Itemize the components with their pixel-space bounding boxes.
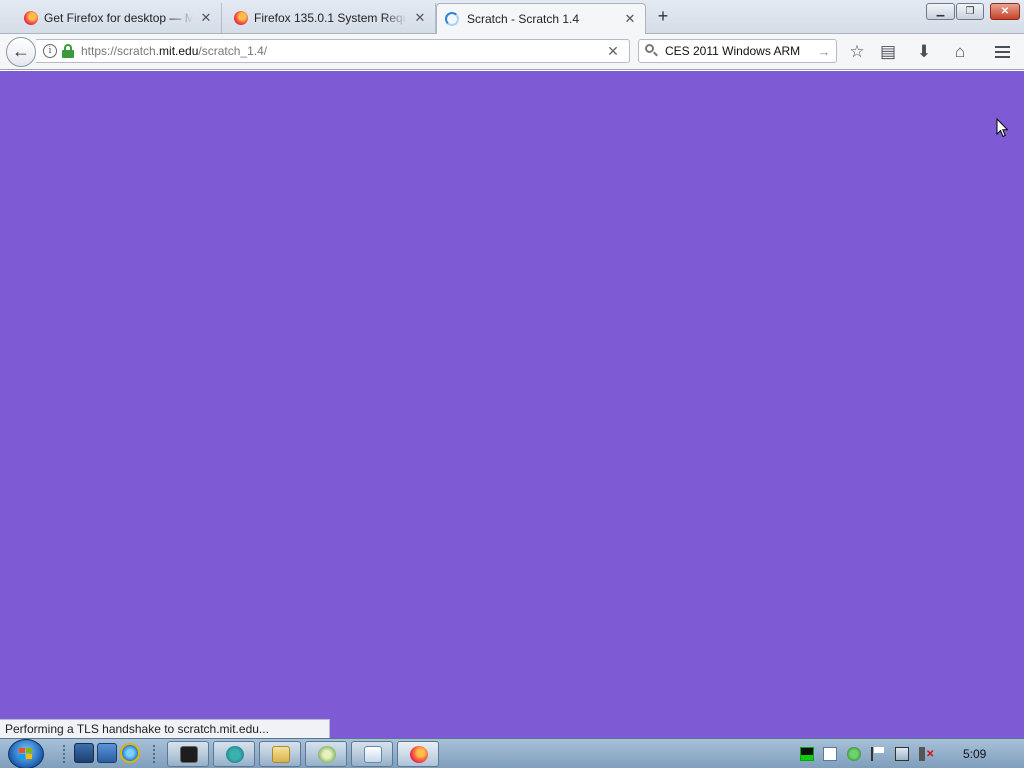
new-tab-button[interactable]: +: [652, 6, 674, 28]
taskbar-image-viewer-button[interactable]: [305, 741, 347, 767]
tab-title: Get Firefox for desktop — Mozilla: [44, 11, 193, 25]
taskbar-firefox-button[interactable]: [397, 741, 439, 767]
terminal-icon: [180, 746, 198, 763]
tab-strip: Get Firefox for desktop — Mozilla ✕ Fire…: [0, 0, 1024, 34]
tab-title: Scratch - Scratch 1.4: [467, 12, 580, 26]
scratch-cat-icon: [226, 746, 244, 763]
toolbar-grip[interactable]: [152, 744, 156, 764]
tab-title: Firefox 135.0.1 System Requirements: [254, 11, 407, 25]
internet-explorer-icon[interactable]: [120, 743, 140, 763]
taskbar: ✕ 5:09: [0, 738, 1024, 768]
status-panel: Performing a TLS handshake to scratch.mi…: [0, 719, 330, 738]
firefox-icon: [24, 11, 38, 25]
loading-spinner-icon: [445, 12, 459, 26]
taskbar-notepad-button[interactable]: [351, 741, 393, 767]
cpu-meter-icon[interactable]: [800, 747, 814, 761]
bookmark-star-icon[interactable]: ☆: [845, 40, 869, 64]
url-path: /scratch_1.4/: [198, 44, 268, 58]
tab-system-requirements[interactable]: Firefox 135.0.1 System Requirements ✕: [230, 3, 436, 33]
document-icon[interactable]: [823, 747, 837, 761]
search-input[interactable]: CES 2011 Windows ARM: [665, 44, 816, 58]
site-info-icon[interactable]: i: [43, 44, 57, 58]
page-content[interactable]: [0, 71, 1024, 738]
tab-close-icon[interactable]: ✕: [413, 10, 427, 26]
mouse-cursor-icon: [996, 118, 1008, 138]
tab-get-firefox[interactable]: Get Firefox for desktop — Mozilla ✕: [20, 3, 222, 33]
volume-muted-icon[interactable]: ✕: [919, 747, 934, 761]
firefox-icon: [410, 746, 428, 763]
show-desktop-icon[interactable]: [74, 743, 94, 763]
start-button[interactable]: [8, 739, 44, 768]
security-check-icon[interactable]: [847, 747, 861, 761]
home-icon[interactable]: ⌂: [948, 40, 972, 64]
url-host: mit.edu: [159, 44, 199, 58]
toolbar-grip[interactable]: [62, 744, 66, 764]
tab-close-icon[interactable]: ✕: [623, 11, 637, 27]
search-icon: [645, 44, 659, 58]
taskbar-folder-button[interactable]: [259, 741, 301, 767]
windows-logo-icon: [19, 748, 33, 760]
network-icon[interactable]: [895, 747, 909, 761]
taskbar-terminal-button[interactable]: [167, 741, 209, 767]
notepad-icon: [364, 746, 382, 763]
tab-scratch[interactable]: Scratch - Scratch 1.4 ✕: [436, 3, 646, 34]
action-center-flag-icon[interactable]: [871, 747, 885, 761]
stop-loading-icon[interactable]: ✕: [603, 43, 623, 60]
folder-icon: [272, 746, 290, 763]
hamburger-menu-icon[interactable]: [990, 40, 1014, 64]
image-viewer-icon: [318, 746, 336, 763]
reading-list-icon[interactable]: ▤: [876, 40, 900, 64]
tab-close-icon[interactable]: ✕: [199, 10, 213, 26]
explorer-icon[interactable]: [97, 743, 117, 763]
search-go-icon[interactable]: →: [816, 44, 832, 59]
maximize-button[interactable]: ❐: [956, 3, 984, 20]
search-bar[interactable]: CES 2011 Windows ARM →: [638, 39, 837, 63]
firefox-icon: [234, 11, 248, 25]
close-window-button[interactable]: ✕: [990, 3, 1020, 20]
taskbar-scratch-button[interactable]: [213, 741, 255, 767]
url-text[interactable]: https://scratch.mit.edu/scratch_1.4/: [81, 44, 603, 58]
back-button[interactable]: ←: [6, 37, 36, 67]
downloads-icon[interactable]: ⬇: [912, 40, 936, 64]
minimize-button[interactable]: ▁: [926, 3, 955, 20]
navigation-toolbar: i https://scratch.mit.edu/scratch_1.4/ ✕…: [0, 34, 1024, 70]
lock-icon[interactable]: [62, 44, 74, 58]
url-prefix: https://scratch.: [81, 44, 160, 58]
url-bar[interactable]: i https://scratch.mit.edu/scratch_1.4/ ✕: [36, 39, 630, 63]
system-clock[interactable]: 5:09: [963, 747, 986, 761]
